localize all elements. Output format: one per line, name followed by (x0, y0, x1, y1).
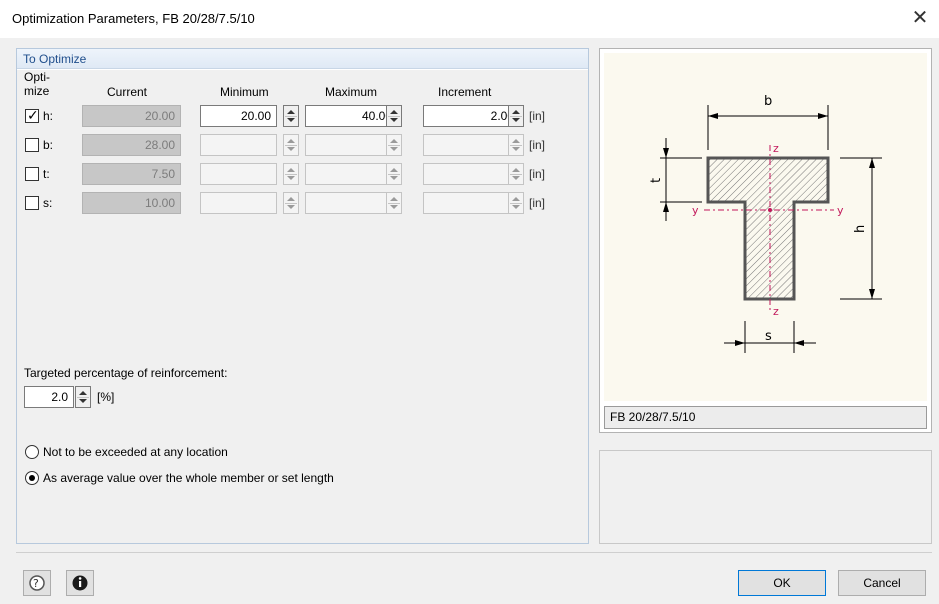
minimum-s-spinner[interactable] (283, 192, 299, 214)
minimum-h-spinner[interactable] (283, 105, 299, 127)
reinforcement-input[interactable]: 2.0 (24, 386, 74, 408)
increment-h[interactable]: 2.00 (423, 105, 520, 127)
checkbox-s[interactable] (25, 196, 39, 210)
minimum-t[interactable] (200, 163, 277, 185)
current-t: 7.50 (82, 163, 181, 185)
unit-h: [in] (529, 109, 546, 123)
current-s: 10.00 (82, 192, 181, 214)
maximum-t[interactable] (305, 163, 398, 185)
maximum-b[interactable] (305, 134, 398, 156)
svg-text:?: ? (33, 577, 39, 590)
checkbox-t[interactable] (25, 167, 39, 181)
dialog-client: To Optimize Opti- mize Current Minimum M… (0, 38, 939, 604)
current-b: 28.00 (82, 134, 181, 156)
to-optimize-group: To Optimize Opti- mize Current Minimum M… (16, 48, 589, 544)
label-b: b (764, 94, 772, 109)
title-bar: Optimization Parameters, FB 20/28/7.5/10… (0, 0, 939, 38)
info-icon (72, 575, 88, 591)
t-section-drawing: b t h s y y z z (649, 94, 882, 353)
reinforcement-label: Targeted percentage of reinforcement: (24, 366, 228, 380)
close-icon[interactable]: ✕ (907, 6, 933, 32)
cross-section-diagram: b t h s y y z z (604, 53, 927, 401)
maximum-s[interactable] (305, 192, 398, 214)
radio-average-value[interactable] (25, 471, 39, 485)
increment-b-spinner[interactable] (508, 134, 524, 156)
group-title: To Optimize (23, 52, 87, 66)
cross-section-panel: b t h s y y z z FB 20/28/7.5/10 (599, 48, 932, 433)
current-h: 20.00 (82, 105, 181, 127)
increment-t[interactable] (423, 163, 520, 185)
minimum-t-spinner[interactable] (283, 163, 299, 185)
label-y-left: y (692, 204, 699, 217)
checkbox-h[interactable]: ✓ (25, 107, 39, 123)
unit-t: [in] (529, 167, 546, 181)
header-maximum: Maximum (325, 85, 378, 99)
label-h: h (853, 225, 868, 233)
header-increment: Increment (438, 85, 492, 99)
maximum-h-spinner[interactable] (386, 105, 402, 127)
footer-separator (16, 552, 932, 553)
maximum-b-spinner[interactable] (386, 134, 402, 156)
increment-t-spinner[interactable] (508, 163, 524, 185)
row-label-b: b: (43, 138, 54, 152)
header-minimum: Minimum (220, 85, 269, 99)
label-t: t (649, 178, 664, 183)
row-label-t: t: (43, 167, 50, 181)
ok-button[interactable]: OK (738, 570, 826, 596)
cancel-button[interactable]: Cancel (838, 570, 926, 596)
increment-h-spinner[interactable] (508, 105, 524, 127)
info-panel (599, 450, 932, 544)
label-s: s (765, 329, 772, 344)
minimum-h[interactable]: 20.00 (200, 105, 277, 127)
row-label-h: h: (43, 109, 54, 123)
group-body: Opti- mize Current Minimum Maximum Incre… (17, 70, 588, 543)
info-button[interactable] (66, 570, 94, 596)
checkbox-b[interactable] (25, 138, 39, 152)
radio-not-exceeded-label: Not to be exceeded at any location (43, 445, 228, 459)
row-label-s: s: (43, 196, 53, 210)
maximum-h[interactable]: 40.00 (305, 105, 398, 127)
label-z-bottom: z (773, 305, 779, 318)
t-section-shape (706, 156, 830, 301)
increment-b[interactable] (423, 134, 520, 156)
label-z-top: z (773, 142, 779, 155)
maximum-t-spinner[interactable] (386, 163, 402, 185)
header-current: Current (107, 85, 148, 99)
section-description: FB 20/28/7.5/10 (604, 406, 927, 429)
radio-average-value-label: As average value over the whole member o… (43, 471, 334, 485)
radio-not-exceeded[interactable] (25, 445, 39, 459)
unit-s: [in] (529, 196, 546, 210)
increment-s-spinner[interactable] (508, 192, 524, 214)
help-icon: ? (29, 575, 45, 591)
reinforcement-unit: [%] (97, 390, 115, 404)
help-button[interactable]: ? (23, 570, 51, 596)
reinforcement-spinner[interactable] (75, 386, 91, 408)
minimum-b-spinner[interactable] (283, 134, 299, 156)
header-optimize: Opti- mize (24, 70, 51, 98)
maximum-s-spinner[interactable] (386, 192, 402, 214)
label-y-right: y (837, 204, 844, 217)
minimum-b[interactable] (200, 134, 277, 156)
minimum-s[interactable] (200, 192, 277, 214)
unit-b: [in] (529, 138, 546, 152)
check-icon: ✓ (27, 107, 39, 123)
group-header: To Optimize (17, 49, 588, 69)
window-title: Optimization Parameters, FB 20/28/7.5/10 (12, 11, 255, 26)
increment-s[interactable] (423, 192, 520, 214)
